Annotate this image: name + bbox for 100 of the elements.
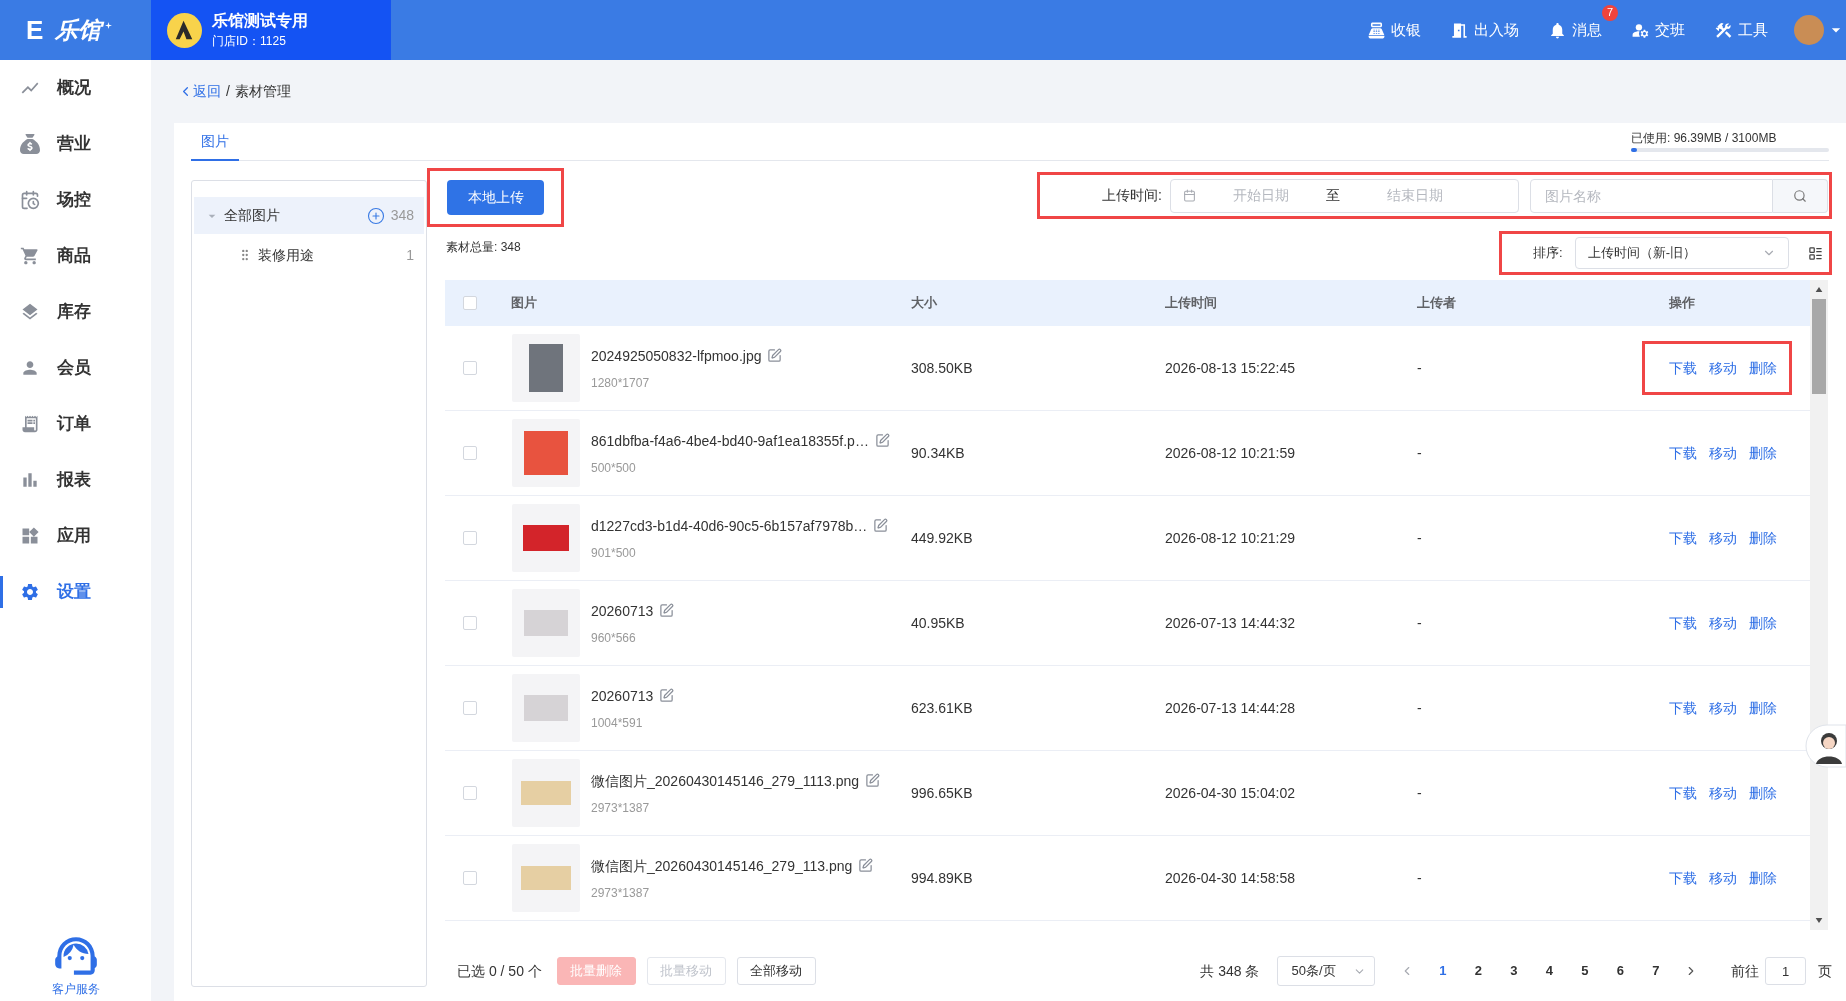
delete-link[interactable]: 删除	[1749, 612, 1777, 634]
end-date-input[interactable]: 结束日期	[1340, 185, 1490, 206]
tree-item[interactable]: 全部图片 348	[194, 197, 424, 234]
sidebar-item[interactable]: 会员	[0, 340, 151, 396]
calendar-clock-icon	[20, 190, 40, 210]
move-link[interactable]: 移动	[1709, 697, 1737, 719]
delete-link[interactable]: 删除	[1749, 357, 1777, 379]
file-size: 449.92KB	[911, 529, 973, 546]
tab[interactable]: 图片	[191, 123, 239, 161]
page-input[interactable]: 1	[1765, 957, 1806, 985]
page-button[interactable]: 6	[1602, 957, 1638, 985]
delete-link[interactable]: 删除	[1749, 527, 1777, 549]
row-checkbox[interactable]	[463, 531, 477, 545]
store-logo-icon	[167, 12, 202, 48]
download-link[interactable]: 下载	[1669, 867, 1697, 889]
money-bag-icon	[20, 134, 40, 154]
upload-button[interactable]: 本地上传	[447, 180, 544, 215]
download-link[interactable]: 下载	[1669, 357, 1697, 379]
tree-item[interactable]: 装修用途 1	[194, 234, 424, 276]
move-link[interactable]: 移动	[1709, 782, 1737, 804]
add-icon[interactable]	[366, 206, 385, 225]
sidebar-item[interactable]: 概况	[0, 60, 151, 116]
delete-link[interactable]: 删除	[1749, 782, 1777, 804]
toolbar-button[interactable]: 工具	[1714, 18, 1768, 42]
edit-icon[interactable]	[659, 603, 675, 618]
move-link[interactable]: 移动	[1709, 527, 1737, 549]
thumbnail-frame[interactable]	[512, 419, 580, 487]
customer-service-button[interactable]: 客户服务	[0, 931, 151, 997]
scrollbar-thumb[interactable]	[1812, 299, 1826, 394]
sidebar-item[interactable]: 应用	[0, 508, 151, 564]
thumbnail-frame[interactable]	[512, 504, 580, 572]
page-button[interactable]: 1	[1425, 957, 1461, 985]
scroll-up-arrow-icon[interactable]	[1815, 287, 1823, 292]
move-link[interactable]: 移动	[1709, 357, 1737, 379]
back-link[interactable]: 返回	[178, 81, 221, 102]
item-count: 348	[390, 206, 414, 225]
scroll-down-arrow-icon[interactable]	[1815, 918, 1823, 923]
page-button[interactable]: 5	[1567, 957, 1603, 985]
search-button[interactable]	[1773, 178, 1828, 213]
batch-action-button[interactable]: 全部移动	[736, 957, 816, 985]
sidebar-item[interactable]: 营业	[0, 116, 151, 172]
download-link[interactable]: 下载	[1669, 527, 1697, 549]
download-link[interactable]: 下载	[1669, 612, 1697, 634]
sidebar-item[interactable]: 库存	[0, 284, 151, 340]
thumbnail-frame[interactable]	[512, 334, 580, 402]
delete-link[interactable]: 删除	[1749, 697, 1777, 719]
search-icon	[1793, 188, 1807, 203]
sidebar-item[interactable]: 设置	[0, 564, 151, 620]
start-date-input[interactable]: 开始日期	[1196, 185, 1326, 206]
row-checkbox[interactable]	[463, 786, 477, 800]
edit-icon[interactable]	[767, 348, 783, 363]
sidebar-item[interactable]: 订单	[0, 396, 151, 452]
toolbar-button[interactable]: 出入场	[1450, 18, 1519, 42]
row-checkbox[interactable]	[463, 361, 477, 375]
select-all-checkbox[interactable]	[463, 296, 477, 310]
date-range-field[interactable]: 开始日期 至 结束日期	[1170, 178, 1519, 213]
user-avatar[interactable]	[1794, 15, 1824, 45]
thumbnail-frame[interactable]	[512, 589, 580, 657]
page-size-select[interactable]: 50条/页	[1276, 956, 1375, 986]
scrollbar-track[interactable]	[1810, 280, 1828, 930]
toolbar-button[interactable]: 交班	[1631, 18, 1685, 42]
edit-icon[interactable]	[873, 518, 889, 533]
thumbnail-frame[interactable]	[512, 759, 580, 827]
download-link[interactable]: 下载	[1669, 782, 1697, 804]
search-field[interactable]: 图片名称	[1530, 178, 1773, 213]
sidebar-item[interactable]: 商品	[0, 228, 151, 284]
upload-time: 2026-04-30 14:58:58	[1165, 869, 1295, 886]
photo-placeholder	[521, 781, 571, 805]
row-checkbox[interactable]	[463, 871, 477, 885]
page-button[interactable]: 7	[1638, 957, 1674, 985]
store-panel[interactable]: 乐馆测试专用 门店ID：1125	[151, 0, 391, 60]
delete-link[interactable]: 删除	[1749, 442, 1777, 464]
edit-icon[interactable]	[858, 858, 874, 873]
move-link[interactable]: 移动	[1709, 867, 1737, 889]
column-header: 大小	[911, 295, 937, 311]
bell-icon	[1548, 20, 1567, 40]
row-checkbox[interactable]	[463, 446, 477, 460]
move-link[interactable]: 移动	[1709, 442, 1737, 464]
toolbar-button[interactable]: 收银	[1367, 18, 1421, 42]
sidebar-item[interactable]: 场控	[0, 172, 151, 228]
page-suffix: 页	[1818, 961, 1832, 981]
row-checkbox[interactable]	[463, 616, 477, 630]
thumbnail-frame[interactable]	[512, 674, 580, 742]
list-view-icon[interactable]	[1808, 245, 1823, 261]
page-button[interactable]: 4	[1531, 957, 1567, 985]
delete-link[interactable]: 删除	[1749, 867, 1777, 889]
move-link[interactable]: 移动	[1709, 612, 1737, 634]
edit-icon[interactable]	[865, 773, 881, 788]
edit-icon[interactable]	[874, 433, 890, 448]
sidebar-item[interactable]: 报表	[0, 452, 151, 508]
page-button[interactable]: 2	[1460, 957, 1496, 985]
toolbar-button[interactable]: 消息	[1548, 18, 1602, 42]
download-link[interactable]: 下载	[1669, 442, 1697, 464]
row-checkbox[interactable]	[463, 701, 477, 715]
thumbnail-frame[interactable]	[512, 844, 580, 912]
sort-select[interactable]: 上传时间（新-旧）	[1574, 237, 1789, 269]
edit-icon[interactable]	[659, 688, 675, 703]
file-name: 20260713	[591, 686, 654, 706]
download-link[interactable]: 下载	[1669, 697, 1697, 719]
page-button[interactable]: 3	[1496, 957, 1532, 985]
